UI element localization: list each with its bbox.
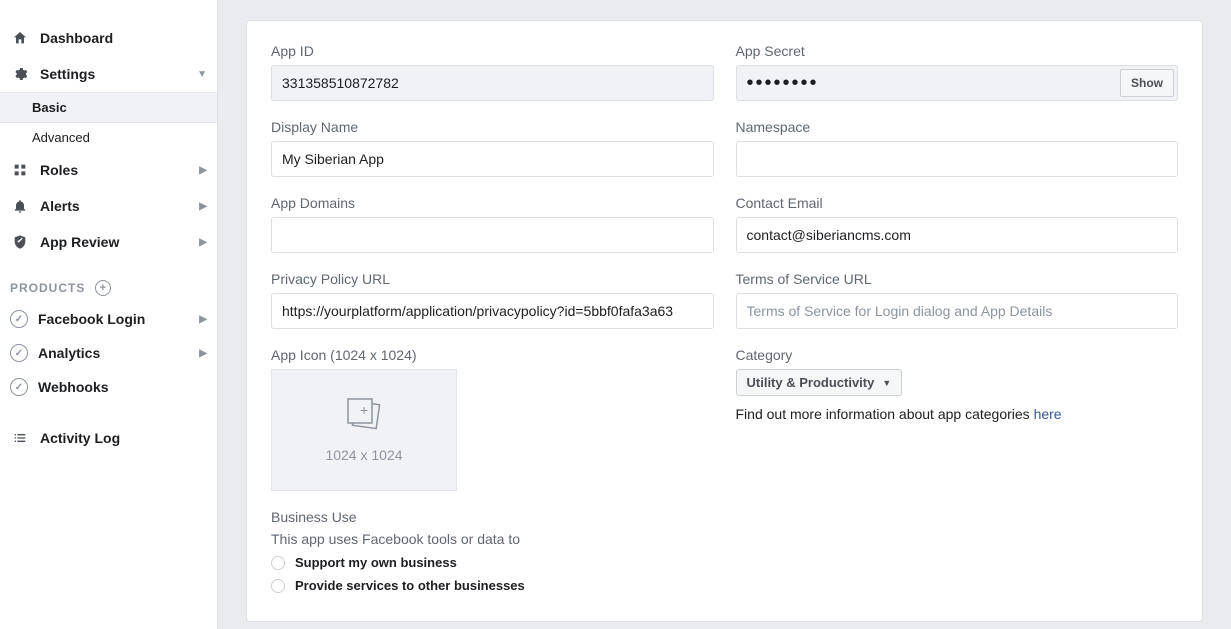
- label-app-secret: App Secret: [736, 43, 1179, 59]
- chevron-down-icon: ▼: [197, 69, 207, 80]
- nav-label: Activity Log: [40, 430, 120, 446]
- chevron-right-icon: ▶: [199, 314, 207, 325]
- field-contact-email: Contact Email: [736, 195, 1179, 253]
- product-analytics[interactable]: ✓ Analytics ▶: [0, 336, 217, 370]
- nav-label: Alerts: [40, 198, 80, 214]
- settings-card: App ID App Secret Show Display Name Name…: [246, 20, 1203, 622]
- nav-settings[interactable]: Settings ▼: [0, 56, 217, 92]
- sub-label: Advanced: [32, 130, 90, 145]
- field-display-name: Display Name: [271, 119, 714, 177]
- check-circle-icon: ✓: [10, 378, 28, 396]
- radio-label: Support my own business: [295, 555, 457, 570]
- label-tos-url: Terms of Service URL: [736, 271, 1179, 287]
- app-icon-size: 1024 x 1024: [325, 447, 402, 463]
- chevron-right-icon: ▶: [199, 348, 207, 359]
- radio-other-businesses[interactable]: Provide services to other businesses: [271, 578, 714, 593]
- plus-icon[interactable]: +: [95, 280, 111, 296]
- chevron-right-icon: ▶: [199, 165, 207, 176]
- product-webhooks[interactable]: ✓ Webhooks: [0, 370, 217, 404]
- field-tos-url: Terms of Service URL: [736, 271, 1179, 329]
- category-dropdown[interactable]: Utility & Productivity ▼: [736, 369, 903, 396]
- show-secret-button[interactable]: Show: [1120, 69, 1174, 97]
- field-business-use: Business Use This app uses Facebook tool…: [271, 509, 714, 593]
- main-content: App ID App Secret Show Display Name Name…: [218, 0, 1231, 629]
- nav-label: Dashboard: [40, 30, 113, 46]
- nav-label: App Review: [40, 234, 119, 250]
- check-circle-icon: ✓: [10, 344, 28, 362]
- input-app-secret[interactable]: [736, 65, 1179, 101]
- app-icon-upload[interactable]: + 1024 x 1024: [271, 369, 457, 491]
- field-app-domains: App Domains: [271, 195, 714, 253]
- radio-icon: [271, 556, 285, 570]
- field-privacy-url: Privacy Policy URL: [271, 271, 714, 329]
- svg-text:+: +: [360, 402, 368, 418]
- category-info-link[interactable]: here: [1034, 406, 1062, 422]
- category-info-text: Find out more information about app cate…: [736, 406, 1034, 422]
- chevron-right-icon: ▶: [199, 237, 207, 248]
- label-namespace: Namespace: [736, 119, 1179, 135]
- label-display-name: Display Name: [271, 119, 714, 135]
- nav-alerts[interactable]: Alerts ▶: [0, 188, 217, 224]
- label-contact-email: Contact Email: [736, 195, 1179, 211]
- input-app-domains[interactable]: [271, 217, 714, 253]
- nav-dashboard[interactable]: Dashboard: [0, 20, 217, 56]
- field-app-secret: App Secret Show: [736, 43, 1179, 101]
- label-app-id: App ID: [271, 43, 714, 59]
- label-app-icon: App Icon (1024 x 1024): [271, 347, 714, 363]
- nav-label: Settings: [40, 66, 95, 82]
- radio-label: Provide services to other businesses: [295, 578, 525, 593]
- chevron-right-icon: ▶: [199, 201, 207, 212]
- products-header: PRODUCTS +: [0, 260, 217, 302]
- input-tos-url[interactable]: [736, 293, 1179, 329]
- nav-roles[interactable]: Roles ▶: [0, 152, 217, 188]
- label-category: Category: [736, 347, 1179, 363]
- business-use-desc: This app uses Facebook tools or data to: [271, 531, 714, 547]
- field-app-icon: App Icon (1024 x 1024) + 1024 x 1024: [271, 347, 714, 491]
- image-upload-icon: +: [340, 397, 388, 437]
- input-contact-email[interactable]: [736, 217, 1179, 253]
- label-business-use: Business Use: [271, 509, 714, 525]
- check-circle-icon: ✓: [10, 310, 28, 328]
- category-value: Utility & Productivity: [747, 375, 875, 390]
- home-icon: [10, 28, 30, 48]
- input-display-name[interactable]: [271, 141, 714, 177]
- list-icon: [10, 430, 30, 446]
- sidebar: Dashboard Settings ▼ Basic Advanced Role…: [0, 0, 218, 629]
- nav-app-review[interactable]: App Review ▶: [0, 224, 217, 260]
- field-app-id: App ID: [271, 43, 714, 101]
- field-namespace: Namespace: [736, 119, 1179, 177]
- caret-down-icon: ▼: [882, 378, 891, 388]
- bell-icon: [10, 196, 30, 216]
- nav-settings-basic[interactable]: Basic: [0, 92, 217, 123]
- radio-own-business[interactable]: Support my own business: [271, 555, 714, 570]
- product-facebook-login[interactable]: ✓ Facebook Login ▶: [0, 302, 217, 336]
- product-label: Analytics: [38, 345, 100, 361]
- radio-icon: [271, 579, 285, 593]
- sub-label: Basic: [32, 100, 67, 115]
- nav-activity-log[interactable]: Activity Log: [0, 422, 217, 454]
- category-info: Find out more information about app cate…: [736, 406, 1179, 422]
- input-privacy-url[interactable]: [271, 293, 714, 329]
- product-label: Webhooks: [38, 379, 109, 395]
- nav-settings-advanced[interactable]: Advanced: [0, 123, 217, 152]
- products-label: PRODUCTS: [10, 281, 85, 295]
- input-app-id[interactable]: [271, 65, 714, 101]
- roles-icon: [10, 160, 30, 180]
- product-label: Facebook Login: [38, 311, 145, 327]
- nav-label: Roles: [40, 162, 78, 178]
- field-category: Category Utility & Productivity ▼ Find o…: [736, 347, 1179, 491]
- label-privacy-url: Privacy Policy URL: [271, 271, 714, 287]
- label-app-domains: App Domains: [271, 195, 714, 211]
- input-namespace[interactable]: [736, 141, 1179, 177]
- gear-icon: [10, 64, 30, 84]
- shield-icon: [10, 232, 30, 252]
